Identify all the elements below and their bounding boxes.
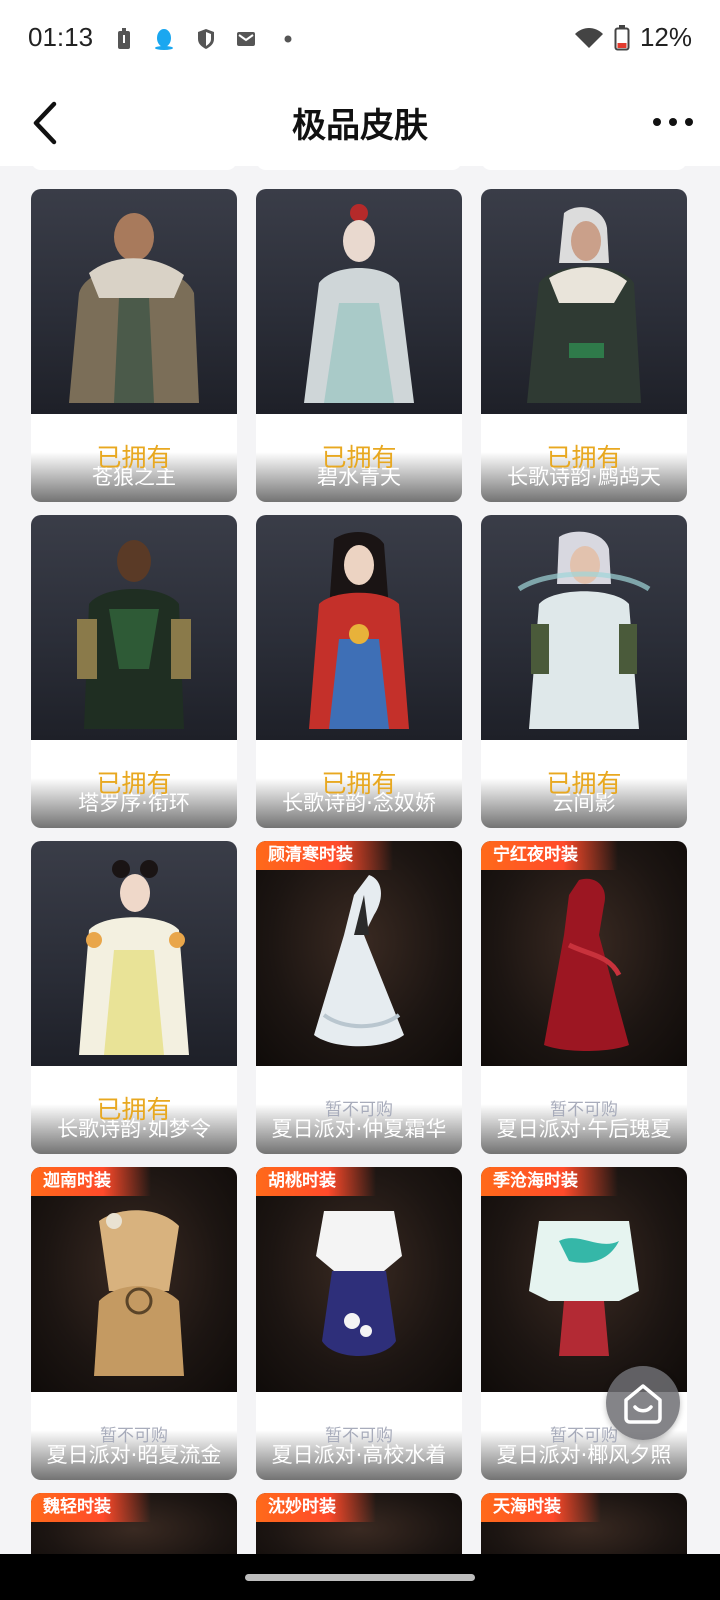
character-figure [517,531,651,729]
skin-status: 已拥有 [546,443,622,472]
mail-icon [237,32,255,46]
skin-image [31,515,237,740]
skin-card[interactable]: 天海时装 [481,1493,687,1554]
battery-icon [614,24,630,50]
skin-image [481,841,687,1066]
skin-status: 暂不可购 [325,1426,393,1446]
character-tag: 魏轻时装 [31,1493,151,1522]
skin-status: 已拥有 [546,769,622,798]
skin-card[interactable]: 宁红夜时装 夏日派对·午后瑰夏 暂不可购 [481,841,687,1154]
peek-card [481,166,687,170]
skin-status: 已拥有 [96,769,172,798]
character-tag: 沈妙时装 [256,1493,376,1522]
skin-image [31,841,237,1066]
peek-card [256,166,462,170]
status-right: 12% [574,22,692,53]
skin-status: 已拥有 [96,1095,172,1124]
status-time: 01:13 [28,22,94,52]
page-title: 极品皮肤 [292,106,428,146]
character-figure [304,204,414,403]
character-figure [309,532,409,729]
floating-home-button[interactable] [606,1366,680,1440]
character-tag: 胡桃时装 [256,1167,376,1196]
skin-image [256,841,462,1066]
character-tag: 顾清寒时装 [256,841,393,870]
skin-card[interactable]: 魏轻时装 [31,1493,237,1554]
skin-image [256,189,462,414]
wifi-icon [574,27,603,48]
skin-card[interactable]: 迦南时装 夏日派对·昭夏流金 暂不可购 [31,1167,237,1480]
skin-card[interactable]: 碧水青天 已拥有 [256,189,462,502]
battery-percent: 12% [639,22,692,52]
dot-icon [284,35,292,43]
status-bar: 01:13 12% [0,0,720,80]
skin-card[interactable]: 长歌诗韵·念奴娇 已拥有 [256,515,462,828]
skin-card[interactable]: 顾清寒时装 夏日派对·仲夏霜华 暂不可购 [256,841,462,1154]
gesture-handle[interactable] [245,1574,475,1581]
character-figure [79,860,189,1055]
system-nav-bar [0,1554,720,1600]
outfit-figure [94,1210,184,1376]
skin-card[interactable]: 沈妙时装 [256,1493,462,1554]
character-figure [69,213,199,403]
more-dots-icon[interactable] [648,102,698,142]
skin-image [256,515,462,740]
qq-icon [155,29,173,50]
skin-status: 已拥有 [321,769,397,798]
skin-image [481,1167,687,1392]
skin-status: 暂不可购 [550,1100,618,1120]
nav-header: 极品皮肤 [0,80,720,166]
character-tag: 迦南时装 [31,1167,151,1196]
character-tag: 宁红夜时装 [481,841,618,870]
skin-status: 已拥有 [321,443,397,472]
skin-card[interactable]: 塔罗序·衔环 已拥有 [31,515,237,828]
skin-card[interactable]: 苍狼之主 已拥有 [31,189,237,502]
character-figure [527,207,641,403]
outfit-figure [544,878,629,1051]
skin-status: 暂不可购 [325,1100,393,1120]
skin-image [481,189,687,414]
skin-image [31,189,237,414]
skin-card[interactable]: 长歌诗韵·如梦令 已拥有 [31,841,237,1154]
character-tag: 天海时装 [481,1493,601,1522]
skin-card[interactable]: 长歌诗韵·鹧鸪天 已拥有 [481,189,687,502]
outfit-figure [314,875,404,1047]
skin-image [256,1167,462,1392]
outfit-figure [529,1221,639,1356]
outfit-figure [316,1211,402,1356]
skin-image [481,515,687,740]
skin-status: 已拥有 [96,443,172,472]
home-icon [624,1384,662,1424]
character-figure [77,540,191,729]
peek-card [31,166,237,170]
shield-icon [198,29,214,49]
skin-grid: 苍狼之主 已拥有 碧水青天 已拥有 长歌诗韵·鹧鸪天 已拥有 塔罗序·衔环 已拥… [0,166,720,1554]
skin-card[interactable]: 胡桃时装 夏日派对·高校水着 暂不可购 [256,1167,462,1480]
skin-image [31,1167,237,1392]
battery-saver-icon [118,28,130,49]
character-tag: 季沧海时装 [481,1167,618,1196]
skin-card[interactable]: 云间影 已拥有 [481,515,687,828]
skin-status: 暂不可购 [100,1426,168,1446]
